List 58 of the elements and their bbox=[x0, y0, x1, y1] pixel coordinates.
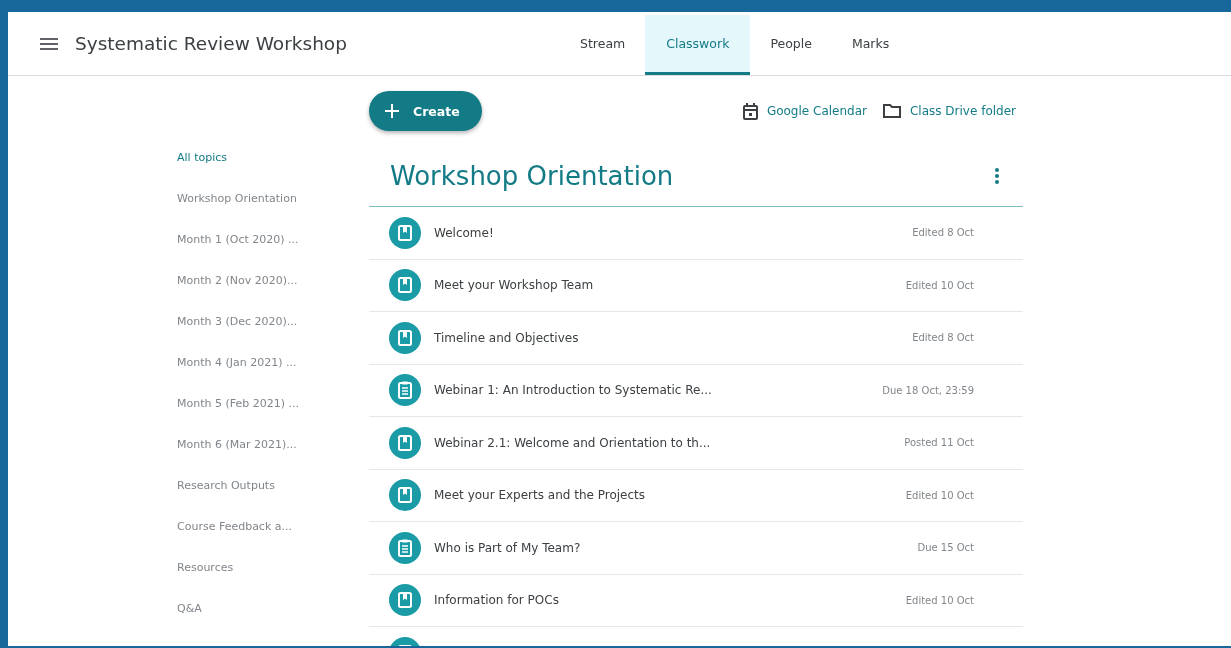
book-icon bbox=[389, 321, 421, 354]
topic-link[interactable]: Month 3 (Dec 2020)... bbox=[177, 301, 298, 342]
item-title: Welcome! bbox=[434, 225, 494, 240]
class-title: Systematic Review Workshop bbox=[75, 33, 347, 54]
item-date: Edited 8 Oct bbox=[912, 332, 974, 344]
topic-link[interactable]: Month 5 (Feb 2021) ... bbox=[177, 383, 299, 424]
topic-link[interactable]: Month 2 (Nov 2020)... bbox=[177, 260, 298, 301]
menu-icon[interactable] bbox=[40, 37, 58, 50]
classwork-item[interactable]: Meet your Workshop Team Edited 10 Oct bbox=[369, 259, 1023, 312]
item-date: Edited 10 Oct bbox=[905, 594, 974, 606]
item-title: Meet your Experts and the Projects bbox=[434, 488, 646, 503]
folder-icon bbox=[882, 104, 901, 118]
item-title: Webinar 2.1: Welcome and Orientation to th... bbox=[434, 435, 711, 450]
topic-link[interactable]: Resources bbox=[177, 547, 234, 588]
topic-link[interactable]: Month 4 (Jan 2021) ... bbox=[177, 342, 297, 383]
drive-folder-link[interactable]: Class Drive folder bbox=[909, 104, 1016, 118]
item-date: Due 18 Oct, 23:59 bbox=[882, 384, 974, 396]
topic-link[interactable]: Q&A bbox=[177, 588, 202, 629]
tab[interactable]: Classwork bbox=[645, 15, 751, 75]
book-icon bbox=[389, 584, 421, 617]
item-title: Information for POCs bbox=[434, 593, 559, 608]
tab[interactable]: People bbox=[750, 15, 832, 75]
book-icon bbox=[389, 479, 421, 512]
clipboard-icon bbox=[389, 374, 421, 407]
book-icon bbox=[389, 269, 421, 302]
topic-link[interactable]: All topics bbox=[177, 137, 227, 178]
classwork-item[interactable]: Welcome! Edited 8 Oct bbox=[369, 207, 1023, 260]
item-title: Who is Part of My Team? bbox=[434, 540, 581, 555]
topic-link[interactable]: Workshop Orientation bbox=[177, 178, 297, 219]
create-button[interactable]: Create bbox=[369, 91, 482, 131]
calendar-icon bbox=[742, 102, 758, 120]
clipboard-icon bbox=[389, 531, 421, 564]
item-date: Edited 8 Oct bbox=[912, 227, 974, 239]
item-date: Edited 10 Oct bbox=[905, 489, 974, 501]
tab[interactable]: Stream bbox=[560, 15, 646, 75]
item-date: Posted 11 Oct bbox=[904, 437, 974, 449]
topic-link[interactable]: Research Outputs bbox=[177, 465, 275, 506]
book-icon bbox=[389, 426, 421, 459]
topic-title: Workshop Orientation bbox=[390, 161, 674, 191]
calendar-link[interactable]: Google Calendar bbox=[766, 104, 867, 118]
book-icon bbox=[389, 216, 421, 249]
plus-icon bbox=[385, 104, 399, 118]
classwork-item[interactable]: Webinar 2.1: Welcome and Orientation to th... Posted 11 Oct bbox=[369, 417, 1023, 470]
item-date: Due 15 Oct bbox=[917, 542, 974, 554]
item-title: Meet your Workshop Team bbox=[434, 278, 594, 293]
more-options-icon[interactable] bbox=[995, 168, 999, 184]
classwork-item[interactable]: Meet your Experts and the Projects Edited 10 Oct bbox=[369, 469, 1023, 522]
item-title: Timeline and Objectives bbox=[434, 330, 579, 345]
classwork-item[interactable]: Timeline and Objectives Edited 8 Oct bbox=[369, 312, 1023, 365]
classwork-item[interactable]: Information for POCs Edited 10 Oct bbox=[369, 574, 1023, 627]
topic-link[interactable]: Course Feedback a... bbox=[177, 506, 292, 547]
classwork-item[interactable]: Who is Part of My Team? Due 15 Oct bbox=[369, 522, 1023, 575]
classwork-item[interactable]: Webinar 1: An Introduction to Systematic Re... Due 18 Oct, 23:59 bbox=[369, 364, 1023, 417]
topic-link[interactable]: Month 6 (Mar 2021)... bbox=[177, 424, 297, 465]
item-title: Webinar 1: An Introduction to Systematic Re... bbox=[434, 383, 712, 398]
topic-link[interactable]: Month 1 (Oct 2020) ... bbox=[177, 219, 299, 260]
tab[interactable]: Marks bbox=[831, 15, 910, 75]
item-date: Edited 10 Oct bbox=[905, 279, 974, 291]
